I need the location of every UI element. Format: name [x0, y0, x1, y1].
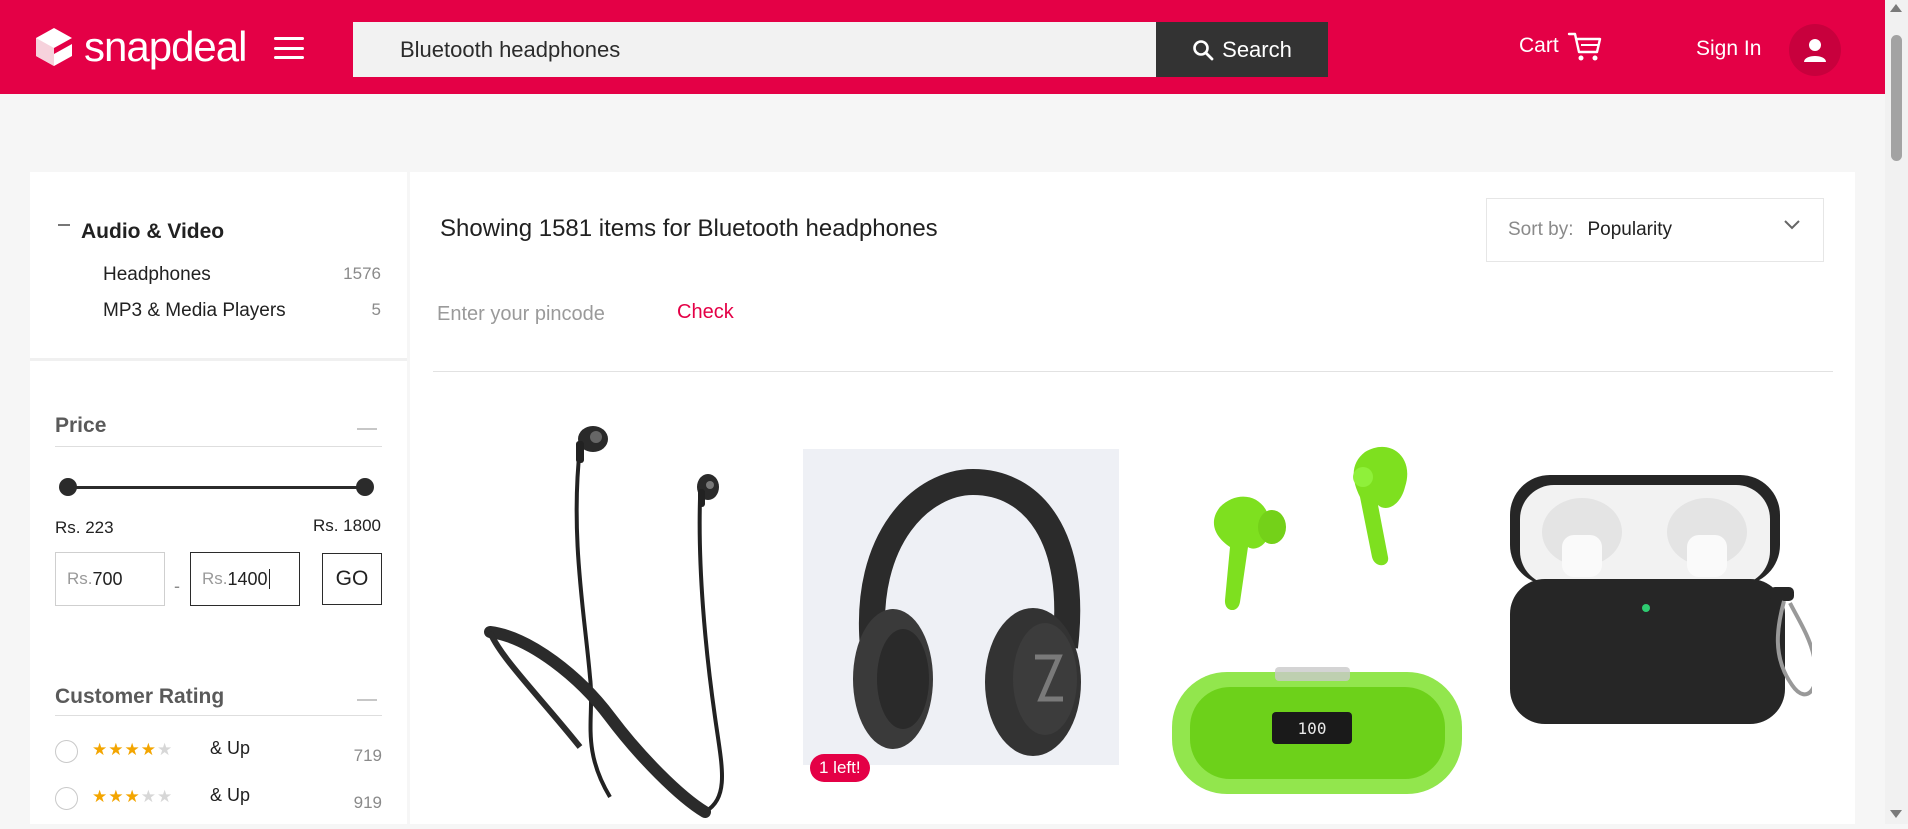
search-input[interactable]: [353, 22, 1156, 77]
search-icon: [1193, 39, 1214, 60]
price-slider-track[interactable]: [68, 486, 365, 489]
product-card-neckband-earphones[interactable]: [450, 417, 770, 824]
currency-prefix: Rs.: [202, 569, 228, 588]
user-avatar[interactable]: [1789, 24, 1841, 76]
price-range-max-label: Rs. 1800: [312, 516, 381, 535]
results-count-text: Showing 1581 items for Bluetooth headpho…: [440, 215, 938, 242]
chevron-down-icon: [1784, 220, 1800, 230]
earbuds-black-case-image: [1510, 475, 1819, 724]
top-header: snapdeal Search Cart Sign In: [0, 0, 1885, 94]
price-range-min-label: Rs. 223: [55, 518, 114, 537]
page-scrollbar[interactable]: [1885, 0, 1908, 824]
section-divider: [433, 371, 1833, 372]
rating-collapse-icon[interactable]: [357, 699, 377, 701]
category-count: 5: [371, 300, 381, 319]
rating-filter-row-4[interactable]: ★★★★★ & Up 719: [55, 738, 382, 770]
text-caret: [268, 569, 270, 589]
rating-section-title: Customer Rating: [55, 685, 225, 708]
rating-and-up-label: & Up: [210, 738, 251, 758]
min-price-value: 700: [92, 568, 123, 589]
hamburger-menu-icon[interactable]: [274, 37, 304, 59]
svg-text:100: 100: [1298, 719, 1327, 738]
min-price-input[interactable]: Rs. 700: [55, 552, 165, 606]
scroll-up-arrow-icon[interactable]: [1890, 4, 1902, 12]
max-price-input[interactable]: Rs. 1400: [190, 552, 300, 606]
rating-count: 719: [353, 746, 382, 765]
pincode-check-button[interactable]: Check: [677, 301, 734, 324]
price-section-title: Price: [55, 414, 107, 437]
section-underline: [55, 715, 382, 716]
price-slider-max-handle[interactable]: [356, 478, 374, 496]
cart-label: Cart: [1519, 34, 1559, 57]
logo-wordmark: snapdeal: [84, 23, 247, 70]
category-item-headphones[interactable]: Headphones: [103, 264, 211, 286]
green-tws-earbuds-image: 100: [1172, 446, 1462, 794]
currency-prefix: Rs.: [67, 569, 93, 588]
category-count: 1576: [343, 264, 381, 283]
stock-badge: 1 left!: [810, 754, 870, 782]
snapdeal-logo-icon: [36, 28, 72, 66]
sort-label: Sort by:: [1508, 219, 1574, 240]
product-card-earbuds-black-case[interactable]: [1492, 417, 1819, 824]
search-button[interactable]: Search: [1156, 22, 1328, 77]
search-button-label: Search: [1222, 36, 1292, 62]
pincode-input[interactable]: [435, 302, 659, 327]
category-title: Audio & Video: [81, 220, 225, 243]
section-underline: [55, 446, 382, 447]
price-go-button[interactable]: GO: [322, 553, 382, 605]
neckband-earphones-image: [484, 426, 724, 818]
results-panel: Showing 1581 items for Bluetooth headpho…: [410, 172, 1855, 824]
rating-and-up-label: & Up: [210, 785, 251, 805]
rating-count: 919: [353, 793, 382, 812]
filter-sidebar: Audio & Video Headphones 1576 MP3 & Medi…: [30, 172, 407, 824]
price-collapse-icon[interactable]: [357, 428, 377, 430]
user-icon: [1804, 39, 1826, 62]
sign-in-link[interactable]: Sign In: [1696, 37, 1761, 61]
category-item-mp3-players[interactable]: MP3 & Media Players: [103, 300, 286, 322]
price-slider-min-handle[interactable]: [59, 478, 77, 496]
scroll-thumb[interactable]: [1891, 35, 1902, 161]
cart-icon: [1567, 32, 1601, 61]
sort-dropdown[interactable]: Sort by: Popularity: [1486, 198, 1824, 262]
category-header[interactable]: Audio & Video: [58, 220, 224, 244]
rating-filter-row-3[interactable]: ★★★★★ & Up 919: [55, 785, 382, 817]
snapdeal-logo[interactable]: snapdeal: [30, 23, 247, 70]
collapse-minus-icon[interactable]: [58, 224, 70, 226]
rating-stars-icon: ★★★★★: [92, 787, 174, 806]
sort-selected-value: Popularity: [1587, 219, 1672, 240]
section-divider: [30, 358, 407, 361]
rating-radio-button[interactable]: [55, 740, 78, 763]
scroll-down-arrow-icon[interactable]: [1890, 810, 1902, 818]
cart-button[interactable]: Cart: [1519, 30, 1603, 62]
price-separator: -: [174, 576, 180, 596]
rating-radio-button[interactable]: [55, 787, 78, 810]
rating-stars-icon: ★★★★★: [92, 740, 174, 759]
product-card-green-tws-earbuds[interactable]: 100: [1160, 417, 1480, 824]
max-price-value: 1400: [227, 568, 268, 589]
